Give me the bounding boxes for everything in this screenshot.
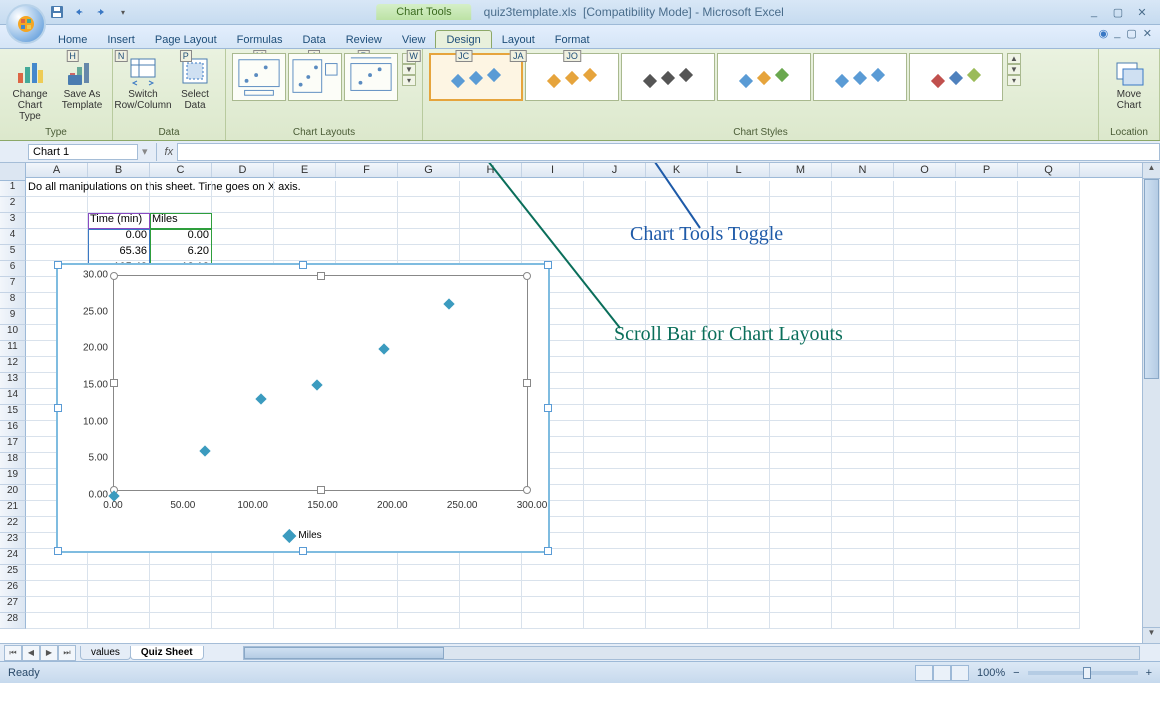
title-bar: ▾ Chart Tools quiz3template.xls [Compati… (0, 0, 1160, 25)
change-chart-type-button[interactable]: Change Chart Type (6, 53, 54, 124)
status-bar: Ready 100% − + (0, 661, 1160, 683)
keytip: P (180, 50, 192, 62)
status-ready: Ready (8, 667, 40, 679)
tab-insert[interactable]: InsertN (97, 31, 145, 48)
ribbon-group-chart-layouts: ▲ ▼ ▾ Chart Layouts (226, 49, 423, 140)
ribbon-group-type: Change Chart Type Save As Template Type (0, 49, 113, 140)
styles-scroll-down[interactable]: ▼ (1007, 64, 1021, 75)
keytip: W (406, 50, 421, 62)
tab-review[interactable]: ReviewR (336, 31, 392, 48)
zoom-in-button[interactable]: + (1146, 667, 1152, 679)
chart-style-5[interactable] (813, 53, 907, 101)
layouts-scroll-down[interactable]: ▼ (402, 64, 416, 75)
layouts-scroll-more[interactable]: ▾ (402, 75, 416, 86)
view-page-layout-button[interactable] (933, 665, 951, 681)
zoom-level[interactable]: 100% (977, 667, 1005, 679)
tab-layout[interactable]: LayoutJA (492, 31, 545, 48)
ribbon-group-chart-styles: ▲ ▼ ▾ Chart Styles (423, 49, 1099, 140)
save-icon[interactable] (48, 3, 66, 21)
minimize-button[interactable]: _ (1084, 4, 1104, 20)
help-icon[interactable]: ◉ (1099, 27, 1109, 40)
ribbon-tabs: HomeHInsertNPage LayoutPFormulasMDataARe… (0, 25, 1160, 49)
restore-button[interactable]: ▢ (1108, 4, 1128, 20)
ribbon: Change Chart Type Save As Template Type … (0, 49, 1160, 141)
ribbon-group-data: Switch Row/Column Select Data Data (113, 49, 226, 140)
close-button[interactable]: ✕ (1132, 4, 1152, 20)
chart-styles-scroll: ▲ ▼ ▾ (1007, 53, 1021, 86)
sheet-nav-prev[interactable]: ◀ (22, 645, 40, 661)
doc-restore-icon[interactable]: ▢ (1126, 27, 1136, 40)
zoom-out-button[interactable]: − (1013, 667, 1019, 679)
namebox-dropdown-icon[interactable]: ▾ (138, 145, 152, 158)
tab-home[interactable]: HomeH (48, 31, 97, 48)
chart-style-1[interactable] (429, 53, 523, 101)
redo-icon[interactable] (92, 3, 110, 21)
sheet-nav-first[interactable]: ⏮ (4, 645, 22, 661)
tab-format[interactable]: FormatJO (545, 31, 600, 48)
sheet-tab[interactable]: Quiz Sheet (130, 646, 204, 660)
sheet-tabs: valuesQuiz Sheet (80, 646, 203, 660)
tab-formulas[interactable]: FormulasM (227, 31, 293, 48)
move-chart-button[interactable]: Move Chart (1105, 53, 1153, 113)
formula-input[interactable] (177, 143, 1160, 161)
chart-layouts-gallery (232, 53, 398, 101)
chart-style-6[interactable] (909, 53, 1003, 101)
view-page-break-button[interactable] (951, 665, 969, 681)
quick-access-toolbar: ▾ (48, 3, 132, 21)
sheet-nav-buttons: ⏮ ◀ ▶ ⏭ (4, 645, 76, 661)
tab-data[interactable]: DataA (292, 31, 335, 48)
keytip: JO (563, 50, 581, 62)
view-normal-button[interactable] (915, 665, 933, 681)
sheet-tab[interactable]: values (80, 646, 131, 660)
keytip: JC (455, 50, 472, 62)
zoom-slider[interactable] (1028, 671, 1138, 675)
tab-view[interactable]: ViewW (392, 31, 436, 48)
chart-tools-context-tab: Chart Tools (376, 4, 471, 20)
undo-icon[interactable] (70, 3, 88, 21)
formula-bar: Chart 1 ▾ fx (0, 141, 1160, 163)
doc-minimize-icon[interactable]: _ (1114, 27, 1120, 40)
office-button[interactable] (6, 4, 46, 44)
chart-layout-1[interactable] (232, 53, 286, 101)
tab-page-layout[interactable]: Page LayoutP (145, 31, 227, 48)
chart-style-4[interactable] (717, 53, 811, 101)
name-box[interactable]: Chart 1 (28, 144, 138, 160)
keytip: JA (510, 50, 527, 62)
chart-style-3[interactable] (621, 53, 715, 101)
sheet-tab-bar: ⏮ ◀ ▶ ⏭ valuesQuiz Sheet (0, 643, 1160, 661)
horizontal-scrollbar[interactable] (243, 646, 1140, 660)
qat-dropdown-icon[interactable]: ▾ (114, 3, 132, 21)
annotation-lines (0, 163, 1160, 643)
document-title: quiz3template.xls [Compatibility Mode] -… (484, 5, 784, 19)
styles-scroll-more[interactable]: ▾ (1007, 75, 1021, 86)
doc-close-icon[interactable]: ✕ (1143, 27, 1152, 40)
styles-scroll-up[interactable]: ▲ (1007, 53, 1021, 64)
fx-icon[interactable]: fx (161, 146, 178, 158)
sheet-nav-last[interactable]: ⏭ (58, 645, 76, 661)
keytip: N (115, 50, 128, 62)
chart-layout-2[interactable] (288, 53, 342, 101)
worksheet-grid: ABCDEFGHIJKLMNOPQ 1234567891011121314151… (0, 163, 1160, 643)
chart-layout-3[interactable] (344, 53, 398, 101)
ribbon-group-location: Move Chart Location (1099, 49, 1160, 140)
view-buttons (915, 665, 969, 681)
keytip: H (66, 50, 79, 62)
select-data-button[interactable]: Select Data (171, 53, 219, 113)
sheet-nav-next[interactable]: ▶ (40, 645, 58, 661)
save-as-template-button[interactable]: Save As Template (58, 53, 106, 113)
switch-row-column-button[interactable]: Switch Row/Column (119, 53, 167, 113)
tab-design[interactable]: DesignJC (435, 30, 491, 48)
vertical-scrollbar[interactable]: ▲ ▼ (1142, 163, 1160, 643)
